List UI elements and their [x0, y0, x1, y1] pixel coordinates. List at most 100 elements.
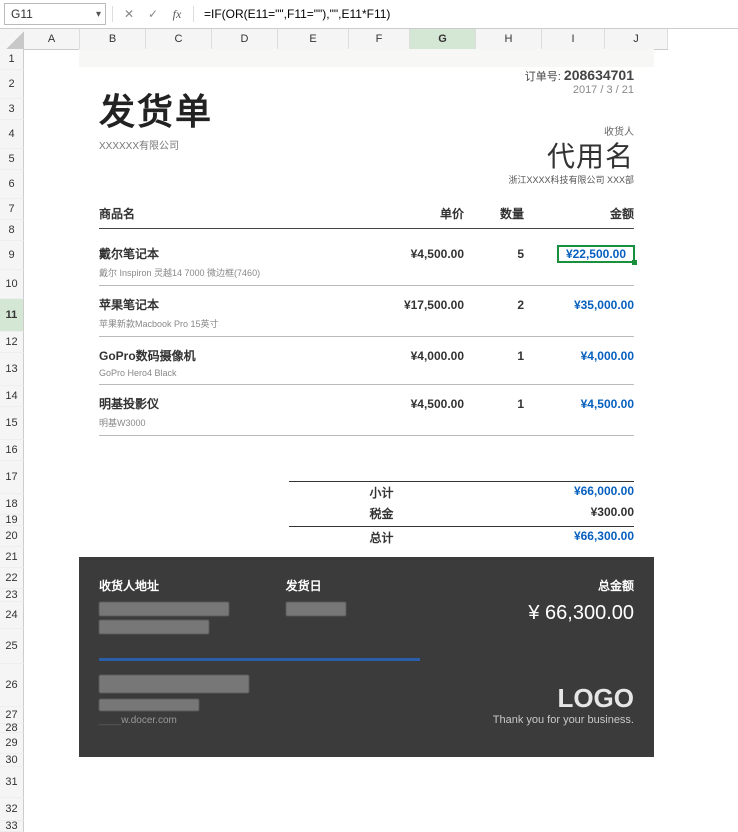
row-header-25[interactable]: 25 — [0, 629, 24, 664]
row-header-13[interactable]: 13 — [0, 353, 24, 386]
col-header-D[interactable]: D — [212, 29, 278, 49]
ship-label: 发货日 — [286, 577, 448, 594]
selected-cell[interactable]: ¥22,500.00 — [558, 246, 634, 262]
col-header-J[interactable]: J — [605, 29, 668, 49]
grand-total: ¥ 66,300.00 — [472, 602, 634, 625]
item-qty: 1 — [464, 397, 524, 411]
col-header-I[interactable]: I — [542, 29, 605, 49]
tax-label: 税金 — [289, 505, 474, 522]
item-qty: 1 — [464, 349, 524, 363]
row-header-24[interactable]: 24 — [0, 602, 24, 629]
addr-placeholder — [99, 620, 209, 634]
item-desc: 明基W3000 — [99, 416, 634, 429]
signature-placeholder — [99, 675, 249, 693]
th-product: 商品名 — [99, 205, 354, 222]
name-box[interactable]: G11 — [4, 3, 106, 25]
item-name: 明基投影仪 — [99, 395, 354, 412]
grand-label: 总金额 — [472, 577, 634, 594]
recipient-name: 代用名 — [547, 135, 634, 175]
row-header-15[interactable]: 15 — [0, 407, 24, 440]
row-header-2[interactable]: 2 — [0, 70, 24, 99]
item-desc: 戴尔 Inspiron 灵越14 7000 微边框(7460) — [99, 266, 634, 279]
fx-icon[interactable]: fx — [167, 4, 187, 24]
signature-placeholder — [99, 699, 199, 711]
row-header-4[interactable]: 4 — [0, 120, 24, 149]
addr-placeholder — [99, 602, 229, 616]
col-header-H[interactable]: H — [476, 29, 542, 49]
row-header-9[interactable]: 9 — [0, 241, 24, 270]
row-header-6[interactable]: 6 — [0, 170, 24, 199]
item-amount[interactable]: ¥4,000.00 — [524, 349, 634, 363]
separator — [193, 6, 194, 22]
enter-icon[interactable]: ✓ — [143, 4, 163, 24]
row-header-17[interactable]: 17 — [0, 461, 24, 494]
row-header-23[interactable]: 23 — [0, 589, 24, 602]
formula-input[interactable] — [200, 4, 734, 24]
row-header-14[interactable]: 14 — [0, 386, 24, 407]
col-header-C[interactable]: C — [146, 29, 212, 49]
item-desc: 苹果新款Macbook Pro 15英寸 — [99, 317, 634, 330]
row-header-11[interactable]: 11 — [0, 299, 24, 332]
row-header-18[interactable]: 18 — [0, 494, 24, 515]
items-list: 戴尔笔记本¥4,500.005¥22,500.00戴尔 Inspiron 灵越1… — [99, 235, 634, 436]
order-no: 208634701 — [564, 67, 634, 83]
item-qty: 5 — [464, 247, 524, 261]
website: ____w.docer.com — [99, 715, 354, 726]
order-info: 订单号: 208634701 2017 / 3 / 21 — [525, 67, 634, 96]
items-table-header: 商品名 单价 数量 金额 — [99, 205, 634, 229]
col-header-E[interactable]: E — [278, 29, 349, 49]
row-header-31[interactable]: 31 — [0, 767, 24, 798]
ship-placeholder — [286, 602, 346, 616]
row-header-21[interactable]: 21 — [0, 547, 24, 568]
line-item: 苹果笔记本¥17,500.002¥35,000.00苹果新款Macbook Pr… — [99, 286, 634, 337]
row-header-12[interactable]: 12 — [0, 332, 24, 353]
cancel-icon[interactable]: ✕ — [119, 4, 139, 24]
row-header-20[interactable]: 20 — [0, 526, 24, 547]
row-header-28[interactable]: 28 — [0, 724, 24, 733]
line-item: 戴尔笔记本¥4,500.005¥22,500.00戴尔 Inspiron 灵越1… — [99, 235, 634, 286]
col-header-F[interactable]: F — [349, 29, 410, 49]
row-header-1[interactable]: 1 — [0, 49, 24, 70]
subtotal-label: 小计 — [289, 484, 474, 501]
doc-title: 发货单 — [99, 83, 213, 135]
item-price: ¥4,500.00 — [354, 397, 464, 411]
line-item: 明基投影仪¥4,500.001¥4,500.00明基W3000 — [99, 385, 634, 436]
thanks-message: Thank you for your business. — [379, 714, 634, 726]
tax-value: ¥300.00 — [514, 505, 634, 522]
th-qty: 数量 — [464, 205, 524, 222]
col-header-B[interactable]: B — [80, 29, 146, 49]
select-all-triangle[interactable] — [0, 29, 25, 50]
item-amount[interactable]: ¥4,500.00 — [524, 397, 634, 411]
row-header-32[interactable]: 32 — [0, 798, 24, 821]
item-amount[interactable]: ¥22,500.00 — [524, 246, 634, 262]
item-desc: GoPro Hero4 Black — [99, 368, 634, 378]
th-amount: 金额 — [524, 205, 634, 222]
recipient-company: 浙江XXXX科技有限公司 XXX部 — [508, 173, 634, 186]
line-item: GoPro数码摄像机¥4,000.001¥4,000.00GoPro Hero4… — [99, 337, 634, 385]
row-header-19[interactable]: 19 — [0, 515, 24, 526]
row-header-16[interactable]: 16 — [0, 440, 24, 461]
item-price: ¥4,500.00 — [354, 247, 464, 261]
row-header-8[interactable]: 8 — [0, 220, 24, 241]
row-headers[interactable]: 1234567891011121314151617181920212223242… — [0, 49, 24, 832]
row-header-22[interactable]: 22 — [0, 568, 24, 589]
col-header-G[interactable]: G — [410, 29, 476, 49]
row-header-29[interactable]: 29 — [0, 733, 24, 754]
item-price: ¥4,000.00 — [354, 349, 464, 363]
row-header-7[interactable]: 7 — [0, 199, 24, 220]
workspace: ABCDEFGHIJ 12345678910111213141516171819… — [0, 29, 738, 796]
row-header-26[interactable]: 26 — [0, 664, 24, 707]
row-header-10[interactable]: 10 — [0, 270, 24, 299]
item-amount[interactable]: ¥35,000.00 — [524, 298, 634, 312]
item-name: GoPro数码摄像机 — [99, 347, 354, 364]
row-header-30[interactable]: 30 — [0, 754, 24, 767]
separator — [112, 6, 113, 22]
row-header-5[interactable]: 5 — [0, 149, 24, 170]
subtotal-value: ¥66,000.00 — [514, 484, 634, 501]
row-header-3[interactable]: 3 — [0, 99, 24, 120]
item-name: 苹果笔记本 — [99, 296, 354, 313]
column-headers[interactable]: ABCDEFGHIJ — [24, 29, 668, 50]
logo: LOGO — [379, 683, 634, 714]
row-header-33[interactable]: 33 — [0, 821, 24, 832]
col-header-A[interactable]: A — [24, 29, 80, 49]
